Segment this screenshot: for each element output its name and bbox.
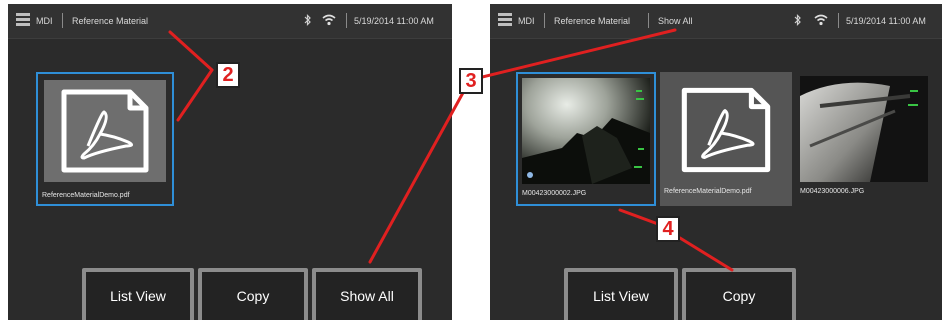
callout-badge: 3: [459, 68, 483, 94]
callout-lines: [168, 28, 734, 272]
callout-badge: 4: [656, 216, 680, 242]
callout-badge: 2: [216, 62, 240, 88]
